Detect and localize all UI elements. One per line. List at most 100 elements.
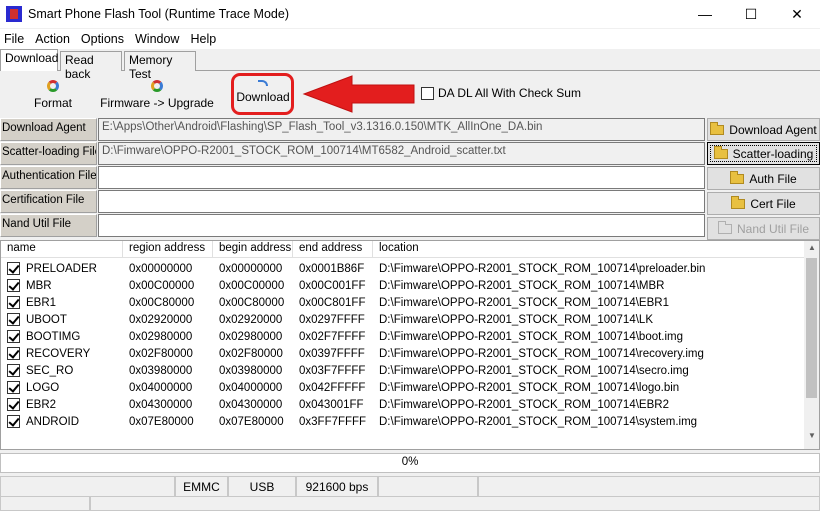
cell-location: D:\Fimware\OPPO-R2001_STOCK_ROM_100714\E… (379, 398, 669, 411)
row-checkbox[interactable] (7, 415, 20, 428)
menu-window[interactable]: Window (131, 32, 183, 46)
cell-end-address: 0x0397FFFF (299, 347, 365, 360)
cell-location: D:\Fimware\OPPO-R2001_STOCK_ROM_100714\r… (379, 347, 704, 360)
cell-end-address: 0x043001FF (299, 398, 364, 411)
row-checkbox[interactable] (7, 279, 20, 292)
scatter-loading-button-label: Scatter-loading (732, 146, 814, 161)
cell-region-address: 0x04300000 (129, 398, 193, 411)
cell-region-address: 0x00000000 (129, 262, 193, 275)
row-checkbox[interactable] (7, 398, 20, 411)
cell-name: SEC_RO (1, 364, 123, 377)
format-label: Format (33, 96, 72, 110)
cell-end-address: 0x3FF7FFFF (299, 415, 367, 428)
table-row[interactable]: BOOTIMG 0x02980000 0x02980000 0x02F7FFFF D:\… (1, 328, 806, 345)
status-cell-empty (90, 497, 820, 511)
download-agent-row: Download Agent E:\Apps\Other\Android\Fla… (0, 118, 705, 141)
table-row[interactable]: SEC_RO 0x03980000 0x03980000 0x03F7FFFF D:\F… (1, 362, 806, 379)
table-row[interactable]: UBOOT 0x02920000 0x02920000 0x0297FFFF D:\Fi… (1, 311, 806, 328)
cell-begin-address: 0x02980000 (219, 330, 283, 343)
table-row[interactable]: RECOVERY 0x02F80000 0x02F80000 0x0397FFFF D:… (1, 345, 806, 362)
close-button[interactable]: ✕ (774, 0, 820, 28)
row-checkbox[interactable] (7, 313, 20, 326)
menu-options[interactable]: Options (77, 32, 128, 46)
nand-label: Nand Util File (0, 214, 97, 237)
tab-memory-test[interactable]: Memory Test (124, 51, 196, 81)
cell-name: BOOTIMG (1, 330, 123, 343)
status-cell-empty (378, 476, 478, 497)
cell-begin-address: 0x04000000 (219, 381, 283, 394)
folder-icon (710, 121, 725, 135)
app-icon (6, 6, 22, 22)
partition-name: UBOOT (26, 313, 67, 326)
menu-action[interactable]: Action (31, 32, 74, 46)
col-region-address[interactable]: region address (123, 241, 213, 258)
table-row[interactable]: PRELOADER 0x00000000 0x00000000 0x0001B86F D… (1, 260, 806, 277)
cell-name: PRELOADER (1, 262, 123, 275)
table-header: name region address begin address end ad… (1, 241, 806, 258)
firmware-upgrade-label: Firmware -> Upgrade (100, 96, 214, 110)
maximize-button[interactable]: ☐ (728, 0, 774, 28)
cert-field[interactable] (98, 190, 705, 213)
col-begin-address[interactable]: begin address (213, 241, 293, 258)
row-checkbox[interactable] (7, 347, 20, 360)
table-row[interactable]: EBR2 0x04300000 0x04300000 0x043001FF D:\Fim… (1, 396, 806, 413)
window-title: Smart Phone Flash Tool (Runtime Trace Mo… (28, 7, 289, 21)
scatter-loading-button[interactable]: Scatter-loading (707, 142, 820, 165)
folder-icon (713, 145, 728, 159)
table-row[interactable]: ANDROID 0x07E80000 0x07E80000 0x3FF7FFFF D:\… (1, 413, 806, 430)
tab-download[interactable]: Download (0, 49, 58, 71)
cell-begin-address: 0x00C80000 (219, 296, 285, 309)
nand-util-file-button[interactable]: Nand Util File (707, 217, 820, 240)
cell-location: D:\Fimware\OPPO-R2001_STOCK_ROM_100714\L… (379, 313, 653, 326)
table-row[interactable]: MBR 0x00C00000 0x00C00000 0x00C001FF D:\Fimw… (1, 277, 806, 294)
partition-name: EBR1 (26, 296, 57, 309)
vertical-scrollbar[interactable]: ▲ ▼ (804, 241, 819, 449)
cell-region-address: 0x02980000 (129, 330, 193, 343)
partition-name: BOOTIMG (26, 330, 81, 343)
minimize-button[interactable]: — (682, 0, 728, 28)
download-agent-button[interactable]: Download Agent (707, 118, 820, 141)
row-checkbox[interactable] (7, 296, 20, 309)
row-checkbox[interactable] (7, 364, 20, 377)
col-name[interactable]: name (1, 241, 123, 258)
auth-field[interactable] (98, 166, 705, 189)
cell-name: LOGO (1, 381, 123, 394)
scroll-thumb[interactable] (806, 258, 817, 398)
cell-location: D:\Fimware\OPPO-R2001_STOCK_ROM_100714\b… (379, 330, 684, 343)
da-dl-checksum-option[interactable]: DA DL All With Check Sum (421, 86, 581, 100)
row-checkbox[interactable] (7, 262, 20, 275)
progress-bar: 0% (0, 453, 820, 473)
cell-region-address: 0x02F80000 (129, 347, 193, 360)
da-dl-checksum-checkbox[interactable] (421, 86, 434, 100)
download-agent-field[interactable]: E:\Apps\Other\Android\Flashing\SP_Flash_… (98, 118, 705, 141)
menu-file[interactable]: File (0, 32, 28, 46)
partition-name: PRELOADER (26, 262, 97, 275)
firmware-upgrade-button[interactable]: Firmware -> Upgrade (100, 72, 214, 116)
menu-help[interactable]: Help (186, 32, 220, 46)
cert-file-button[interactable]: Cert File (707, 192, 820, 215)
cell-region-address: 0x00C00000 (129, 279, 195, 292)
da-dl-checksum-label: DA DL All With Check Sum (438, 86, 581, 100)
cell-location: D:\Fimware\OPPO-R2001_STOCK_ROM_100714\E… (379, 296, 669, 309)
red-arrow-annotation (302, 75, 415, 113)
tab-read-back[interactable]: Read back (60, 51, 122, 81)
nand-util-file-button-label: Nand Util File (736, 221, 810, 236)
progress-text: 0% (401, 456, 419, 468)
auth-file-button[interactable]: Auth File (707, 167, 820, 190)
scroll-up-icon[interactable]: ▲ (808, 243, 816, 252)
cert-label: Certification File (0, 190, 97, 213)
scatter-row: Scatter-loading File D:\Fimware\OPPO-R20… (0, 142, 705, 165)
scroll-down-icon[interactable]: ▼ (808, 431, 816, 440)
firmware-upgrade-icon (151, 80, 163, 92)
row-checkbox[interactable] (7, 381, 20, 394)
table-row[interactable]: EBR1 0x00C80000 0x00C80000 0x00C801FF D:\Fim… (1, 294, 806, 311)
auth-file-button-label: Auth File (749, 171, 797, 186)
col-end-address[interactable]: end address (293, 241, 373, 258)
nand-field[interactable] (98, 214, 705, 237)
scatter-field[interactable]: D:\Fimware\OPPO-R2001_STOCK_ROM_100714\M… (98, 142, 705, 165)
table-row[interactable]: LOGO 0x04000000 0x04000000 0x042FFFFF D:\Fim… (1, 379, 806, 396)
folder-icon (731, 195, 746, 209)
row-checkbox[interactable] (7, 330, 20, 343)
col-location[interactable]: location (373, 241, 806, 258)
format-button[interactable]: Format (28, 72, 78, 116)
